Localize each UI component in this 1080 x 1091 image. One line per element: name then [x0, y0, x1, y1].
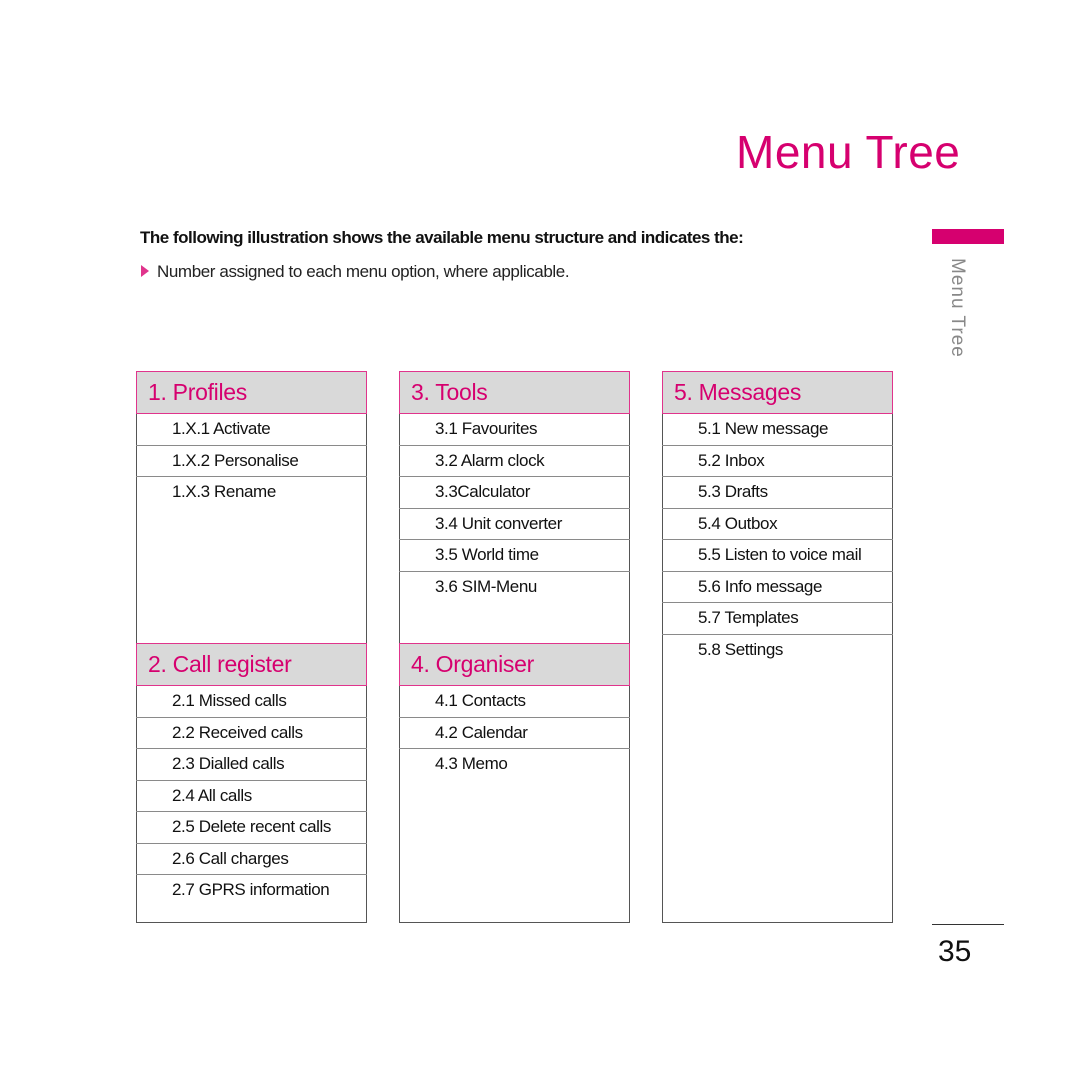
menu-item: 3.5 World time — [399, 540, 630, 572]
section-heading: 4. Organiser — [399, 643, 630, 686]
menu-column-2: 3. Tools 3.1 Favourites 3.2 Alarm clock … — [399, 371, 630, 923]
menu-section-call-register: 2. Call register 2.1 Missed calls 2.2 Re… — [136, 643, 367, 907]
menu-item: 1.X.1 Activate — [136, 414, 367, 446]
section-heading: 5. Messages — [662, 371, 893, 414]
menu-item: 3.1 Favourites — [399, 414, 630, 446]
menu-item: 4.3 Memo — [435, 754, 508, 773]
menu-item: 2.2 Received calls — [136, 718, 367, 749]
side-section-label: Menu Tree — [947, 258, 968, 358]
bullet-text: Number assigned to each menu option, whe… — [157, 262, 570, 281]
menu-item: 3.4 Unit converter — [399, 509, 630, 540]
menu-item: 5.2 Inbox — [662, 446, 893, 477]
menu-section-organiser: 4. Organiser 4.1 Contacts 4.2 Calendar 4… — [399, 643, 630, 781]
menu-item: 1.X.3 Rename — [172, 482, 276, 501]
menu-item: 5.5 Listen to voice mail — [662, 540, 893, 572]
bullet-item: Number assigned to each menu option, whe… — [141, 262, 570, 282]
section-heading: 3. Tools — [399, 371, 630, 414]
menu-section-tools: 3. Tools 3.1 Favourites 3.2 Alarm clock … — [399, 371, 630, 603]
section-heading: 1. Profiles — [136, 371, 367, 414]
menu-item: 2.1 Missed calls — [136, 686, 367, 718]
menu-section-profiles: 1. Profiles 1.X.1 Activate 1.X.2 Persona… — [136, 371, 367, 509]
menu-item: 3.3Calculator — [399, 477, 630, 509]
page-number-rule — [932, 924, 1004, 925]
triangle-bullet-icon — [141, 265, 149, 277]
menu-item: 5.8 Settings — [698, 639, 783, 659]
page-title: Menu Tree — [736, 126, 961, 178]
menu-item: 2.6 Call charges — [136, 844, 367, 875]
menu-item: 3.2 Alarm clock — [399, 446, 630, 477]
page-number: 35 — [938, 935, 972, 968]
menu-item: 1.X.2 Personalise — [136, 446, 367, 477]
menu-column-3: 5. Messages 5.1 New message 5.2 Inbox 5.… — [662, 371, 893, 923]
menu-item: 2.7 GPRS information — [172, 880, 330, 899]
section-heading: 2. Call register — [136, 643, 367, 686]
menu-item: 3.6 SIM-Menu — [435, 576, 537, 596]
menu-item: 2.5 Delete recent calls — [136, 812, 367, 844]
side-accent-bar — [932, 229, 1004, 244]
menu-item: 5.7 Templates — [662, 603, 893, 635]
menu-item: 2.3 Dialled calls — [136, 749, 367, 781]
menu-item: 5.3 Drafts — [662, 477, 893, 509]
menu-item: 4.2 Calendar — [399, 718, 630, 749]
menu-column-1: 1. Profiles 1.X.1 Activate 1.X.2 Persona… — [136, 371, 367, 923]
menu-item: 4.1 Contacts — [399, 686, 630, 718]
menu-item: 5.1 New message — [662, 414, 893, 446]
menu-item: 2.4 All calls — [136, 781, 367, 812]
intro-text: The following illustration shows the ava… — [140, 228, 744, 247]
menu-item: 5.4 Outbox — [662, 509, 893, 540]
menu-section-messages: 5. Messages 5.1 New message 5.2 Inbox 5.… — [662, 371, 893, 666]
menu-item: 5.6 Info message — [662, 572, 893, 603]
